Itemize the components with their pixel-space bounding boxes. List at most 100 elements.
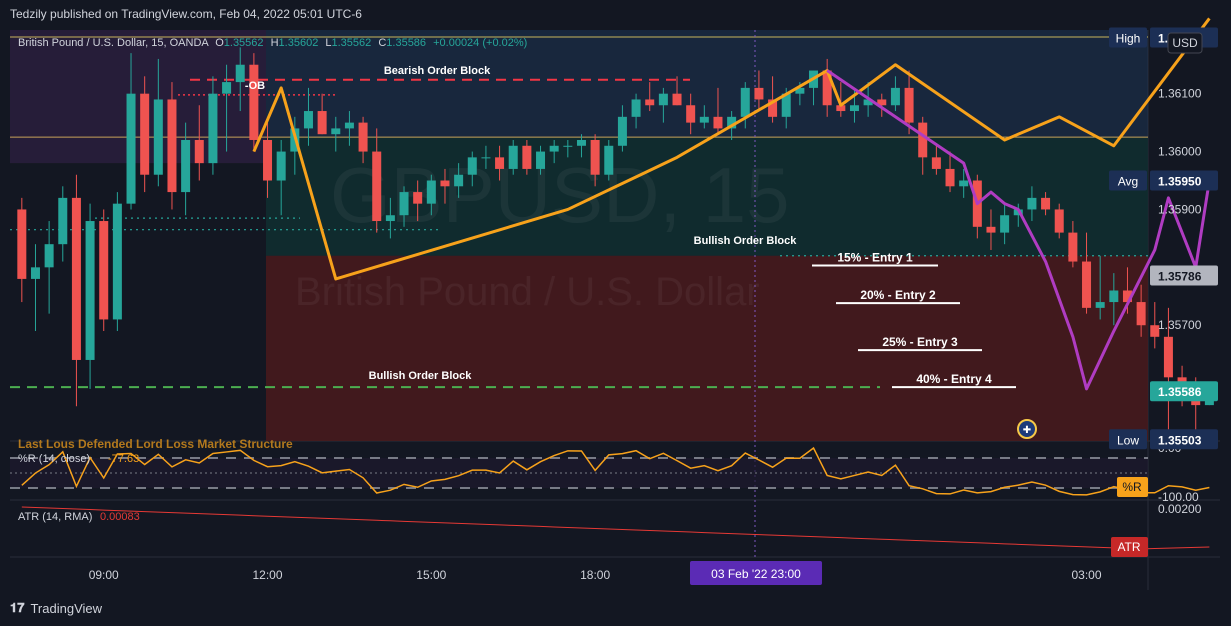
price-tick: 1.35700 — [1158, 318, 1202, 332]
time-tick: 18:00 — [580, 568, 610, 582]
candle-body — [126, 93, 136, 204]
candle-body — [1027, 197, 1037, 210]
premium-zone — [10, 30, 266, 164]
atr-tick: 0.00200 — [1158, 502, 1202, 516]
candle-body — [576, 139, 586, 146]
candle-body — [44, 244, 54, 268]
candle-body — [331, 128, 341, 135]
candle-body — [426, 180, 436, 204]
candle-body — [413, 192, 423, 204]
tradingview-footer[interactable]: 𝟏𝟕 TradingView — [10, 600, 102, 616]
price-label-value: 1.35786 — [1158, 269, 1202, 283]
candle-body — [740, 87, 750, 117]
time-tick: 12:00 — [253, 568, 283, 582]
price-label-value: 1.35503 — [1158, 433, 1202, 447]
symbol-name: British Pound / U.S. Dollar, 15, OANDA — [18, 37, 209, 49]
candle-body — [549, 145, 559, 152]
candle-body — [358, 122, 368, 152]
time-tick: 09:00 — [89, 568, 119, 582]
atr-label: ATR (14, RMA) — [18, 511, 92, 523]
candle-body — [563, 145, 573, 147]
entry-1-label: 15% - Entry 1 — [837, 251, 913, 265]
candle-body — [536, 151, 546, 169]
candle-body — [631, 99, 641, 117]
candle-body — [181, 139, 191, 193]
candle-body — [372, 151, 382, 222]
candle-body — [713, 116, 723, 129]
bullish-ob-upper-label: Bullish Order Block — [694, 235, 798, 247]
candle-body — [699, 116, 709, 123]
bullish-ob-label: Bullish Order Block — [369, 370, 473, 382]
price-label-value: 1.35950 — [1158, 175, 1202, 189]
candle-body — [385, 215, 395, 222]
crosshair-time-label: 03 Feb '22 23:00 — [711, 567, 801, 581]
candle-body — [99, 221, 109, 320]
time-tick: 03:00 — [1072, 568, 1102, 582]
candle-body — [58, 197, 68, 245]
candle-body — [1082, 261, 1092, 308]
candle-body — [194, 139, 204, 164]
tradingview-logo-icon: 𝟏𝟕 — [10, 600, 25, 615]
brand-label: TradingView — [30, 600, 103, 616]
candle-body — [235, 64, 245, 83]
candle-body — [1163, 336, 1173, 378]
entry-4-label: 40% - Entry 4 — [916, 372, 992, 386]
candle-body — [153, 99, 163, 175]
candle-body — [17, 209, 27, 279]
candle-body — [30, 267, 40, 279]
candle-body — [71, 197, 81, 360]
candle-body — [276, 151, 286, 181]
study-label: Last Lous Defended Lord Loss Market Stru… — [18, 437, 293, 451]
candle-body — [1054, 209, 1064, 233]
candle-body — [1041, 197, 1051, 210]
candle-body — [686, 105, 696, 123]
candle-body — [1068, 232, 1078, 262]
candle-body — [263, 139, 273, 181]
candle-body — [945, 168, 955, 187]
candle-body — [508, 145, 518, 169]
candle-body — [658, 93, 668, 106]
candle-body — [222, 82, 232, 94]
candle-body — [959, 180, 969, 187]
candle-body — [604, 145, 614, 175]
atr-value: 0.00083 — [100, 511, 140, 523]
candle-body — [754, 87, 764, 100]
candle-body — [303, 111, 313, 129]
entry-2-label: 20% - Entry 2 — [860, 288, 936, 302]
bearish-ob-label: Bearish Order Block — [384, 65, 491, 77]
watermark-symbol: GBPUSD, 15 — [330, 151, 790, 239]
candle-body — [140, 93, 150, 175]
candle-body — [467, 157, 477, 175]
chart-canvas[interactable]: GBPUSD, 15 British Pound / U.S. Dollar 1… — [0, 0, 1231, 626]
watermark-name: British Pound / U.S. Dollar — [295, 270, 760, 314]
candle-body — [344, 122, 354, 129]
candle-body — [249, 64, 259, 140]
candle-body — [904, 87, 914, 123]
price-label-value: 1.35586 — [1158, 385, 1202, 399]
candle-body — [890, 87, 900, 106]
candle-body — [1109, 290, 1119, 303]
candle-body — [167, 99, 177, 193]
symbol-watermark: GBPUSD, 15 British Pound / U.S. Dollar — [295, 151, 790, 314]
candle-body — [1095, 302, 1105, 308]
candle-body — [440, 180, 450, 187]
candle-body — [986, 226, 996, 233]
ob-label: -OB — [245, 80, 265, 92]
candle-body — [112, 203, 122, 320]
candle-body — [1136, 302, 1146, 326]
price-label-name: Low — [1117, 433, 1139, 447]
wr-badge-label: %R — [1122, 480, 1142, 494]
atr-badge-label: ATR — [1117, 540, 1140, 554]
candle-body — [931, 157, 941, 169]
price-label-name: Avg — [1118, 175, 1138, 189]
candle-body — [399, 192, 409, 216]
currency-label: USD — [1172, 36, 1198, 50]
candle-body — [645, 99, 655, 106]
candle-body — [672, 93, 682, 106]
entry-3-label: 25% - Entry 3 — [882, 335, 958, 349]
gb-flag-glyph: ✚ — [1023, 425, 1031, 436]
symbol-legend[interactable]: British Pound / U.S. Dollar, 15, OANDA O… — [18, 37, 527, 49]
price-tick: 1.35900 — [1158, 202, 1202, 216]
time-tick: 15:00 — [416, 568, 446, 582]
candle-body — [1000, 215, 1010, 233]
